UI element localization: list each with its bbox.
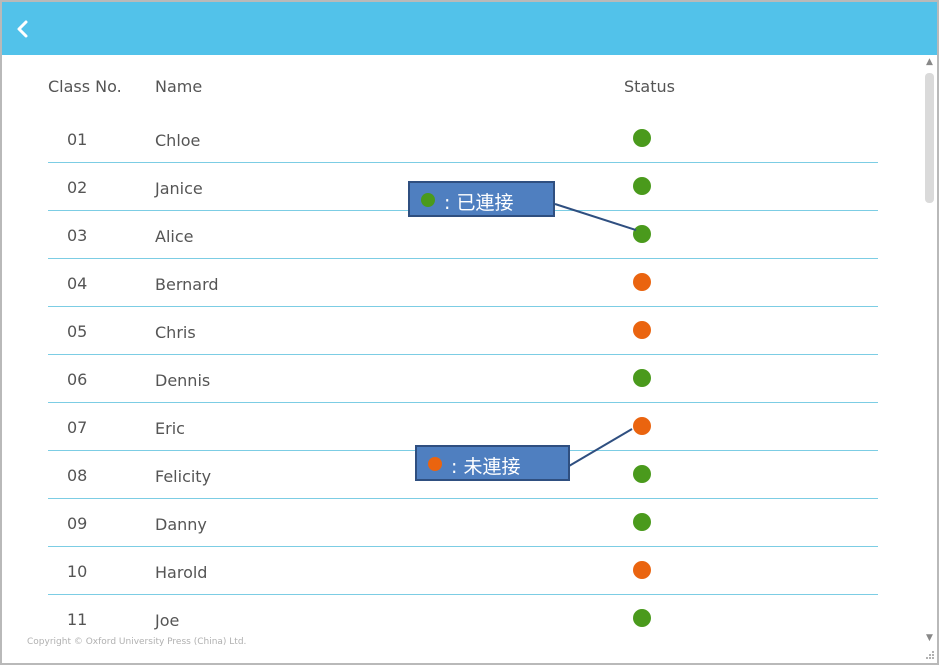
vertical-scrollbar[interactable]: ▲ ▼ (922, 55, 937, 663)
status-dot-icon (633, 513, 651, 531)
class-no-cell: 02 (67, 178, 88, 197)
class-no-cell: 01 (67, 130, 88, 149)
name-cell: Felicity (155, 467, 212, 486)
status-dot-icon (633, 273, 651, 291)
student-row[interactable]: 11 Joe (48, 595, 878, 643)
status-dot-icon (633, 417, 651, 435)
class-no-cell: 09 (67, 514, 88, 533)
scroll-down-arrow-icon[interactable]: ▼ (924, 633, 935, 643)
chevron-left-icon[interactable] (12, 18, 34, 40)
student-row[interactable]: 03 Alice (48, 211, 878, 259)
name-cell: Dennis (155, 371, 211, 390)
legend-disconnected-dot-icon (428, 457, 442, 471)
name-cell: Chloe (155, 131, 201, 150)
status-dot-icon (633, 369, 651, 387)
scroll-up-arrow-icon[interactable]: ▲ (924, 57, 935, 67)
app-window: Class No. Name Status 01 Chloe 02 Janice 03 A… (0, 0, 939, 665)
name-cell: Janice (155, 179, 203, 198)
name-cell: Chris (155, 323, 196, 342)
student-row[interactable]: 01 Chloe (48, 115, 878, 163)
top-bar (2, 2, 937, 55)
status-dot-icon (633, 129, 651, 147)
class-no-cell: 04 (67, 274, 88, 293)
name-cell: Eric (155, 419, 185, 438)
scrollbar-thumb[interactable] (925, 73, 934, 203)
name-cell: Bernard (155, 275, 219, 294)
class-no-cell: 10 (67, 562, 88, 581)
name-cell: Danny (155, 515, 207, 534)
status-dot-icon (633, 177, 651, 195)
legend-callout-disconnected: : 未連接 (415, 445, 570, 481)
name-cell: Joe (155, 611, 180, 630)
legend-disconnected-label: : 未連接 (451, 456, 521, 478)
student-row[interactable]: 05 Chris (48, 307, 878, 355)
class-no-cell: 03 (67, 226, 88, 245)
student-row[interactable]: 09 Danny (48, 499, 878, 547)
column-header-name: Name (155, 77, 203, 96)
class-no-cell: 08 (67, 466, 88, 485)
copyright-text: Copyright © Oxford University Press (Chi… (27, 637, 247, 647)
class-no-cell: 11 (67, 610, 88, 629)
legend-connected-dot-icon (421, 193, 435, 207)
name-cell: Alice (155, 227, 194, 246)
student-row[interactable]: 04 Bernard (48, 259, 878, 307)
status-dot-icon (633, 321, 651, 339)
student-row[interactable]: 06 Dennis (48, 355, 878, 403)
status-dot-icon (633, 609, 651, 627)
class-no-cell: 05 (67, 322, 88, 341)
student-list: Class No. Name Status 01 Chloe 02 Janice 03 A… (2, 55, 922, 663)
legend-callout-connected: : 已連接 (408, 181, 555, 217)
class-no-cell: 06 (67, 370, 88, 389)
status-dot-icon (633, 225, 651, 243)
class-no-cell: 07 (67, 418, 88, 437)
status-dot-icon (633, 561, 651, 579)
column-header-status: Status (624, 77, 675, 96)
student-row[interactable]: 07 Eric (48, 403, 878, 451)
status-dot-icon (633, 465, 651, 483)
resize-grip-icon[interactable] (924, 649, 935, 660)
column-header-class-no: Class No. (48, 77, 122, 96)
name-cell: Harold (155, 563, 208, 582)
legend-connected-label: : 已連接 (444, 192, 514, 214)
student-row[interactable]: 10 Harold (48, 547, 878, 595)
